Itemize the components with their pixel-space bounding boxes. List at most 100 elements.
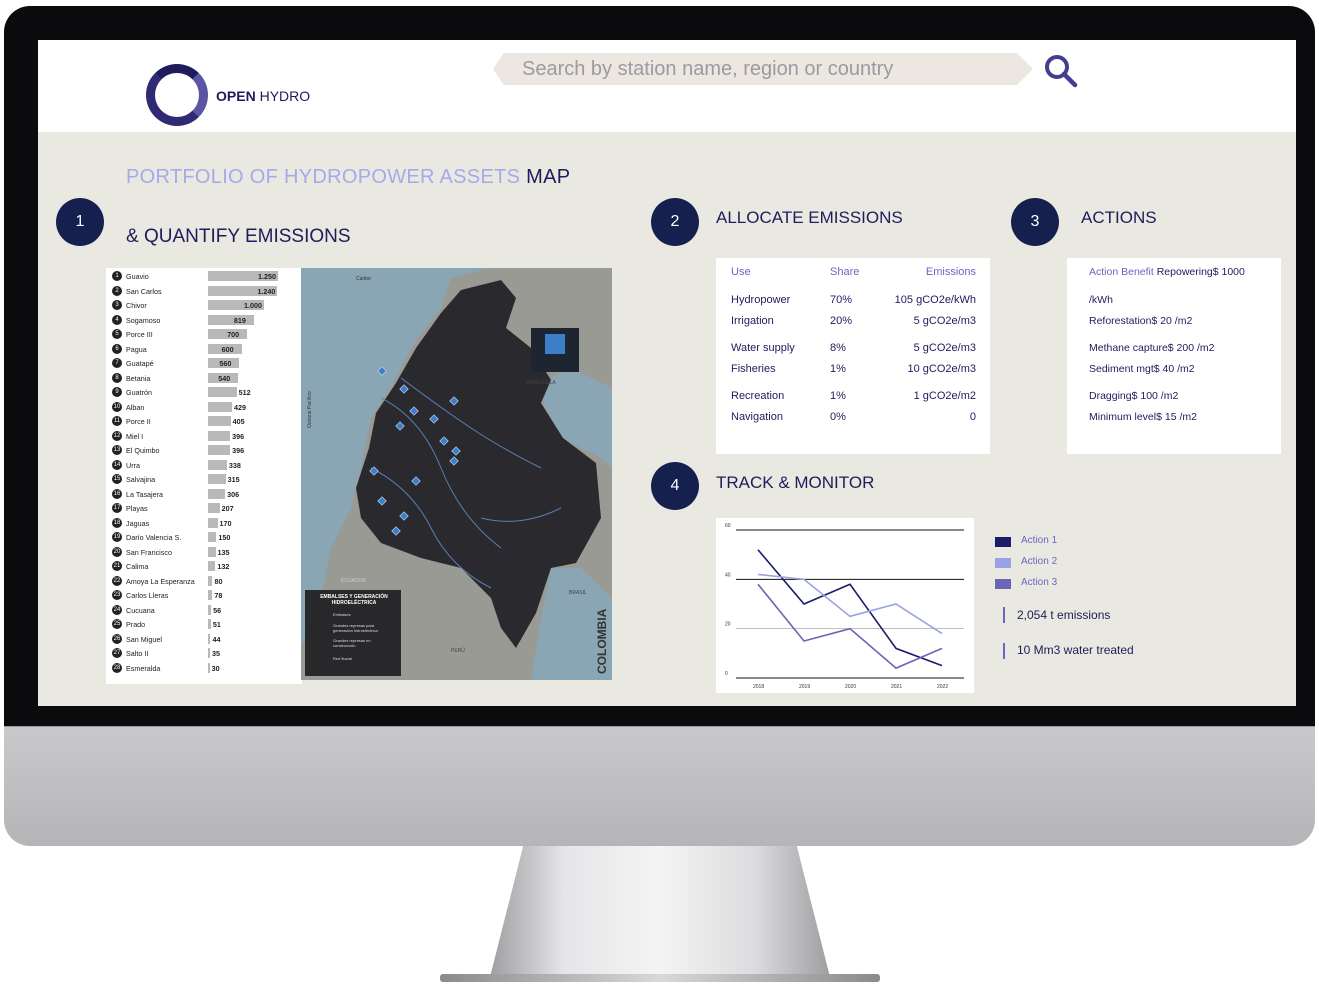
ranking-row[interactable]: 18 Jaguas 170	[106, 516, 302, 530]
ranking-value: 30	[211, 663, 220, 673]
ranking-number: 12	[112, 430, 122, 441]
ranking-name: Salto II	[126, 649, 149, 658]
action-line: /kWh	[1089, 294, 1113, 306]
chart-x-tick: 2018	[753, 684, 764, 690]
ranking-name: Cucuana	[126, 605, 155, 615]
logo-icon[interactable]	[146, 64, 208, 126]
action-line: Methane capture$ 200 /m2	[1089, 342, 1215, 354]
map-country-label: COLOMBIA	[595, 608, 609, 674]
ranking-row[interactable]: 28 Esmeralda 30	[106, 661, 302, 675]
ranking-row[interactable]: 27 Salto II 35	[106, 646, 302, 660]
ranking-name: Salvajina	[126, 475, 156, 484]
ranking-number: 15	[112, 474, 122, 484]
ranking-row[interactable]: 1 Guavio 1.250	[106, 269, 302, 283]
ranking-bar	[208, 430, 231, 441]
ranking-row[interactable]: 3 Chivor 1.000	[106, 298, 302, 312]
ranking-row[interactable]: 20 San Francisco 135	[106, 545, 302, 559]
ranking-bar	[208, 459, 227, 470]
ranking-name: San Miguel	[126, 634, 162, 644]
ranking-row[interactable]: 19 Darío Valencia S. 150	[106, 530, 302, 544]
ranking-row[interactable]: 17 Playas 207	[106, 501, 302, 515]
search-placeholder[interactable]: Search by station name, region or countr…	[522, 58, 893, 81]
ranking-name: Urra	[126, 460, 140, 470]
colombia-map[interactable]: VENEZUELA BRASIL PERÚ ECUADOR Caribe Océ…	[301, 268, 612, 680]
ranking-row[interactable]: 22 Amoya La Esperanza 80	[106, 574, 302, 588]
ranking-row[interactable]: 2 San Carlos 1.240	[106, 284, 302, 298]
ranking-row[interactable]: 7 Guatapé 560	[106, 356, 302, 370]
ranking-number: 23	[112, 590, 122, 600]
allocation-cell-share: 1%	[830, 363, 846, 375]
ranking-bar	[208, 503, 220, 513]
ranking-row[interactable]: 21 Calima 132	[106, 559, 302, 573]
ranking-name: Alban	[126, 402, 145, 412]
ranking-name: Jaguas	[126, 518, 150, 528]
ranking-row[interactable]: 14 Urra 338	[106, 458, 302, 472]
search-icon[interactable]	[1042, 52, 1080, 90]
ranking-value: 1.240	[257, 286, 276, 296]
ranking-row[interactable]: 24 Cucuana 56	[106, 603, 302, 617]
legend-swatch	[995, 537, 1011, 547]
chart-x-tick: 2022	[937, 684, 948, 690]
ranking-bar	[208, 445, 231, 455]
ranking-row[interactable]: 8 Betania 540	[106, 371, 302, 385]
ranking-row[interactable]: 16 La Tasajera 306	[106, 487, 302, 501]
ranking-number: 24	[112, 604, 122, 615]
ranking-value: 396	[232, 446, 245, 455]
actions-head-first-row: Repowering$ 1000	[1153, 266, 1245, 278]
ranking-number: 11	[112, 416, 122, 426]
ranking-row[interactable]: 10 Alban 429	[106, 400, 302, 414]
allocation-cell-use: Hydropower	[731, 294, 791, 306]
ranking-row[interactable]: 5 Porce III 700	[106, 327, 302, 341]
ranking-number: 18	[112, 517, 122, 528]
ranking-value: 1.000	[244, 301, 262, 310]
ranking-row[interactable]: 11 Porce II 405	[106, 414, 302, 428]
monitor-chin	[4, 726, 1315, 846]
ranking-value: 306	[227, 489, 240, 499]
ranking-name: Guatrón	[126, 388, 152, 397]
ranking-row[interactable]: 26 San Miguel 44	[106, 632, 302, 646]
ranking-name: Betania	[126, 373, 151, 383]
ranking-row[interactable]: 6 Pagua 600	[106, 342, 302, 356]
ranking-bar	[208, 314, 254, 325]
ranking-value: 135	[217, 547, 230, 557]
ranking-row[interactable]: 4 Sogamoso 819	[106, 313, 302, 327]
ranking-row[interactable]: 13 El Quimbo 396	[106, 443, 302, 457]
kpi-bar-emissions	[1003, 607, 1005, 623]
track-monitor-chart[interactable]: 0 20 40 60 2018 2019 2020 2021 2022	[716, 518, 974, 693]
ranking-bar	[208, 561, 216, 571]
ranking-bar	[208, 416, 231, 426]
ranking-name: Pagua	[126, 344, 147, 354]
ranking-row[interactable]: 25 Prado 51	[106, 617, 302, 631]
ranking-row[interactable]: 12 Miel I 396	[106, 429, 302, 443]
ranking-row[interactable]: 9 Guatrón 512	[106, 385, 302, 399]
allocation-header-share: Share	[830, 266, 860, 278]
ranking-number: 7	[112, 358, 122, 368]
ranking-number: 17	[112, 503, 122, 513]
ranking-value: 170	[219, 518, 232, 528]
action-line: Reforestation$ 20 /m2	[1089, 315, 1193, 327]
ranking-value: 51	[212, 620, 221, 629]
section-title-actions: ACTIONS	[1081, 208, 1157, 227]
ranking-bar	[208, 532, 217, 542]
ranking-bar	[208, 387, 237, 397]
step-badge-4: 4	[651, 462, 699, 510]
ranking-row[interactable]: 23 Carlos Lleras 78	[106, 588, 302, 602]
logo-text[interactable]: OPEN HYDRO	[216, 88, 310, 104]
logo-rest: HYDRO	[255, 88, 311, 104]
page-title-map[interactable]: MAP	[526, 166, 570, 188]
ranking-name: San Carlos	[126, 286, 162, 296]
ranking-value: 512	[238, 388, 251, 397]
ranking-bar	[208, 575, 213, 586]
ranking-number: 13	[112, 445, 122, 455]
ranking-bar	[208, 517, 218, 528]
ranking-row[interactable]: 15 Salvajina 315	[106, 472, 302, 486]
ranking-number: 9	[112, 387, 122, 397]
map-legend-item-1: Embalses	[333, 612, 351, 617]
kpi-water-treated: 10 Mm3 water treated	[1017, 643, 1134, 657]
allocation-table: Use Share Emissions Hydropower 70% 105 gCO…	[716, 258, 990, 454]
page-title: PORTFOLIO OF HYDROPOWER ASSETS MAP	[126, 166, 570, 189]
ranking-value: 819	[233, 315, 246, 325]
screen: OPEN HYDRO Search by station name, regio…	[38, 40, 1296, 706]
ranking-number: 28	[112, 662, 122, 673]
ranking-value: 44	[212, 634, 221, 644]
